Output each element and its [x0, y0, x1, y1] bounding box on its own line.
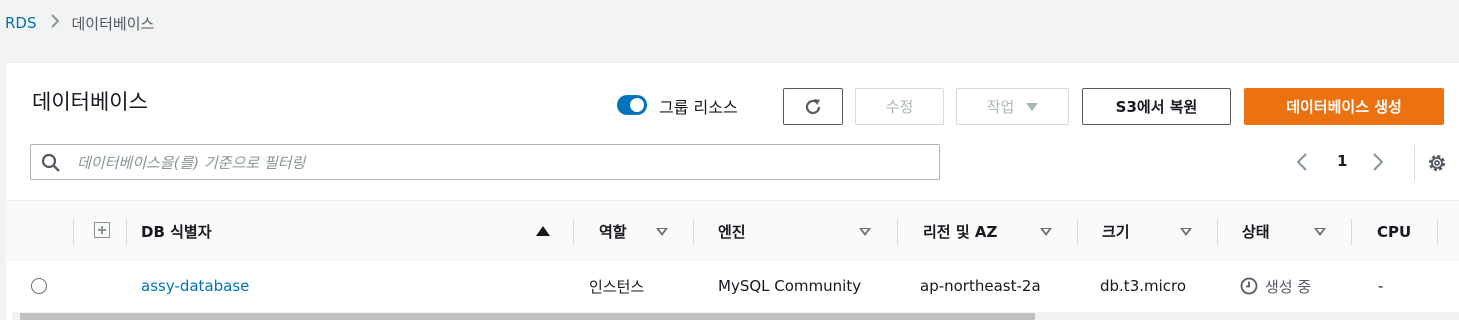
breadcrumb: RDS 데이터베이스: [5, 12, 154, 34]
column-label: DB 식별자: [141, 223, 212, 241]
cell-cpu: -: [1378, 277, 1384, 295]
column-divider: [126, 219, 127, 245]
group-resources-toggle[interactable]: [617, 95, 647, 115]
column-label: CPU: [1377, 222, 1412, 241]
column-divider: [573, 219, 574, 245]
column-header-size[interactable]: 크기: [1102, 201, 1212, 262]
clock-icon: [1240, 277, 1258, 295]
sort-icon: [1040, 228, 1052, 236]
sort-ascending-icon: [536, 226, 550, 236]
column-label: 역할: [599, 223, 627, 241]
cell-size: db.t3.micro: [1100, 277, 1187, 295]
edit-button-label: 수정: [885, 98, 914, 116]
group-resources-label: 그룹 리소스: [659, 98, 738, 117]
column-header-role[interactable]: 역할: [599, 201, 694, 262]
toggle-knob: [630, 98, 644, 112]
cell-engine: MySQL Community: [718, 277, 862, 295]
filter-search-input[interactable]: [75, 145, 929, 181]
column-label: 상태: [1242, 223, 1270, 241]
caret-down-icon: [1026, 102, 1039, 111]
db-identifier-link[interactable]: assy-database: [141, 277, 249, 295]
column-divider: [1437, 219, 1438, 245]
breadcrumb-current: 데이터베이스: [71, 14, 155, 33]
restore-from-s3-button[interactable]: S3에서 복원: [1082, 88, 1231, 125]
cell-db-identifier: assy-database: [141, 262, 249, 310]
page-title: 데이터베이스: [32, 90, 148, 114]
column-divider: [73, 219, 74, 245]
chevron-right-icon: [50, 14, 60, 32]
column-header-db-identifier[interactable]: DB 식별자: [141, 201, 571, 262]
create-button-label: 데이터베이스 생성: [1286, 98, 1402, 116]
row-select-radio[interactable]: [31, 278, 47, 294]
pagination-divider: [1414, 145, 1415, 181]
breadcrumb-rds-link[interactable]: RDS: [5, 14, 37, 32]
refresh-icon: [805, 98, 821, 114]
edit-button[interactable]: 수정: [855, 88, 944, 125]
expand-all-icon[interactable]: [94, 222, 110, 238]
sort-icon: [1180, 228, 1192, 236]
column-label: 엔진: [718, 223, 746, 241]
actions-button-label: 작업: [986, 98, 1015, 116]
filter-search-box: [30, 144, 940, 181]
column-divider: [897, 219, 898, 245]
cell-role: 인스턴스: [589, 277, 645, 296]
sort-icon: [1314, 228, 1326, 236]
sort-icon: [859, 228, 871, 236]
sort-icon: [656, 228, 668, 236]
table-header: DB 식별자 역할 엔진 리전 및 AZ 크기 상태 CPU: [6, 200, 1459, 263]
page-number[interactable]: 1: [1337, 152, 1347, 170]
column-divider: [1217, 219, 1218, 245]
refresh-button[interactable]: [783, 88, 843, 125]
status-text: 생성 중: [1265, 277, 1312, 296]
chevron-left-icon[interactable]: [1296, 152, 1308, 176]
column-label: 리전 및 AZ: [923, 223, 998, 241]
cell-region-az: ap-northeast-2a: [920, 277, 1041, 295]
create-database-button[interactable]: 데이터베이스 생성: [1244, 88, 1444, 125]
column-header-engine[interactable]: 엔진: [718, 201, 898, 262]
column-header-status[interactable]: 상태: [1242, 201, 1342, 262]
column-header-cpu[interactable]: CPU: [1377, 201, 1437, 262]
column-divider: [693, 219, 694, 245]
cell-status: 생성 중: [1240, 262, 1311, 310]
gear-icon[interactable]: [1427, 153, 1447, 177]
databases-panel: 데이터베이스 그룹 리소스 수정 작업 S3에서 복원 데이터베이스 생성 1: [6, 62, 1459, 320]
column-divider: [1077, 219, 1078, 245]
table-row: assy-database 인스턴스 MySQL Community ap-no…: [6, 262, 1459, 310]
column-label: 크기: [1102, 223, 1130, 241]
chevron-right-icon[interactable]: [1372, 152, 1384, 176]
search-icon: [41, 153, 60, 172]
column-divider: [1351, 219, 1352, 245]
actions-dropdown[interactable]: 작업: [956, 88, 1069, 125]
column-header-region-az[interactable]: 리전 및 AZ: [923, 201, 1083, 262]
restore-button-label: S3에서 복원: [1115, 98, 1198, 116]
